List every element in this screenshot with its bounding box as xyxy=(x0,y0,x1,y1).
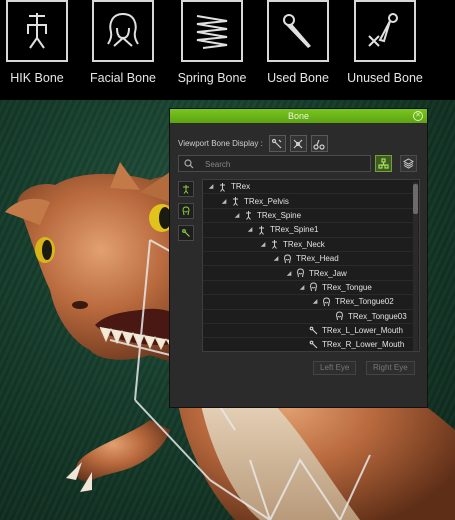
facial-bone-icon xyxy=(310,282,317,292)
tree-row[interactable]: ◢ TRex xyxy=(203,180,419,195)
right-eye-button[interactable]: Right Eye xyxy=(366,361,415,375)
hik-bone-icon xyxy=(183,185,189,194)
tree-row-label: TRex_Jaw xyxy=(309,268,347,278)
legend-label: HIK Bone xyxy=(10,71,64,85)
tree-row[interactable]: TRex_R_Lower_Mouth xyxy=(203,338,419,351)
tree-row-label: TRex_Pelvis xyxy=(244,196,289,206)
legend-label: Unused Bone xyxy=(347,71,423,85)
hik-bone-icon xyxy=(6,0,68,62)
expand-arrow-icon[interactable]: ◢ xyxy=(298,284,306,291)
hierarchy-view-button[interactable] xyxy=(375,155,392,172)
tree-row[interactable]: ◢ TRex_Neck xyxy=(203,238,419,252)
expand-arrow-icon[interactable]: ◢ xyxy=(220,198,228,205)
tree-row-label: TRex_Tongue03 xyxy=(348,311,407,321)
hik-bone-icon xyxy=(259,225,264,235)
facial-bone-icon xyxy=(336,311,343,321)
expand-arrow-icon[interactable]: ◢ xyxy=(207,183,215,190)
panel-title-bar[interactable]: Bone ✕ xyxy=(170,109,427,123)
tree-row-label: TRex_R_Lower_Mouth xyxy=(322,340,405,350)
layers-button[interactable] xyxy=(400,155,417,172)
bone-link-icon xyxy=(313,139,325,150)
filter-hik-bone-button[interactable] xyxy=(178,181,194,197)
tree-row[interactable]: TRex_L_Lower_Mouth xyxy=(203,324,419,339)
facial-bone-icon xyxy=(323,297,330,306)
tree-row[interactable]: ◢ TRex_Pelvis xyxy=(203,194,419,209)
legend-label: Spring Bone xyxy=(177,71,247,85)
legend-item-hik-bone: HIK Bone xyxy=(0,0,82,85)
search-icon xyxy=(184,159,194,169)
tree-row[interactable]: ◢ TRex_Tongue xyxy=(203,281,419,296)
bone-type-legend: HIK Bone Facial Bone Spring Bone Used Bo… xyxy=(0,0,455,100)
search-field[interactable] xyxy=(178,155,371,172)
legend-label: Facial Bone xyxy=(89,71,156,85)
display-bones-only-button[interactable] xyxy=(268,135,286,152)
tree-row[interactable]: ◢ TRex_Spine1 xyxy=(203,223,419,238)
panel-title: Bone xyxy=(287,111,310,121)
legend-item-spring-bone: Spring Bone xyxy=(167,0,257,85)
expand-arrow-icon[interactable]: ◢ xyxy=(246,226,254,233)
expand-arrow-icon[interactable]: ◢ xyxy=(272,255,280,262)
tree-row-label: TRex_Neck xyxy=(283,239,325,249)
expand-arrow-icon[interactable]: ◢ xyxy=(233,212,241,219)
viewport-bone-display-row: Viewport Bone Display : xyxy=(178,135,332,152)
tree-row-label: TRex_Tongue02 xyxy=(335,297,394,307)
viewport-bone-display-label: Viewport Bone Display : xyxy=(178,139,263,148)
display-bones-xray-button[interactable] xyxy=(289,135,307,152)
tree-row-label: TRex_Tongue xyxy=(322,282,372,292)
hierarchy-icon xyxy=(378,158,389,169)
expand-arrow-icon[interactable]: ◢ xyxy=(259,241,267,248)
filter-facial-bone-button[interactable] xyxy=(178,203,194,219)
used-bone-icon xyxy=(267,0,329,62)
tree-row-label: TRex_Head xyxy=(296,254,339,264)
bone-filter-column xyxy=(178,181,194,247)
layers-icon xyxy=(403,158,414,169)
tree-row[interactable]: ◢ TRex_Spine xyxy=(203,209,419,224)
used-bone-icon xyxy=(309,326,318,334)
facial-bone-icon xyxy=(92,0,154,62)
facial-bone-icon xyxy=(182,206,190,216)
expand-arrow-icon[interactable]: ◢ xyxy=(311,298,319,305)
spring-bone-icon xyxy=(181,0,243,62)
display-bones-link-button[interactable] xyxy=(310,135,328,152)
bone-tree-list[interactable]: ◢ TRex ◢ TRex_Pelvis ◢ TRex_Spine ◢ TRex_Spine1… xyxy=(202,179,420,352)
legend-item-used-bone: Used Bone xyxy=(253,0,343,85)
tree-row[interactable]: ◢ TRex_Tongue02 xyxy=(203,295,419,310)
used-bone-icon xyxy=(182,229,190,237)
tree-row[interactable]: ◢ TRex_Head xyxy=(203,252,419,267)
expand-arrow-icon[interactable]: ◢ xyxy=(285,270,293,277)
bone-display-icon xyxy=(272,138,282,148)
bone-panel: Bone ✕ Viewport Bone Display : Search ◢ … xyxy=(169,108,428,408)
facial-bone-icon xyxy=(297,268,304,278)
hik-bone-icon xyxy=(233,197,238,206)
legend-label: Used Bone xyxy=(267,71,329,85)
tree-scrollbar[interactable] xyxy=(413,182,418,351)
tree-row[interactable]: ◢ TRex_Jaw xyxy=(203,266,419,281)
tree-row-label: TRex_L_Lower_Mouth xyxy=(322,326,403,336)
tree-row-label: TRex xyxy=(231,182,251,192)
hik-bone-icon xyxy=(272,240,277,250)
legend-item-facial-bone: Facial Bone xyxy=(78,0,168,85)
hik-bone-icon xyxy=(246,211,251,221)
tree-row-label: TRex_Spine1 xyxy=(270,225,319,235)
legend-item-unused-bone: Unused Bone xyxy=(340,0,430,85)
tree-row-label: TRex_Spine xyxy=(257,210,302,220)
used-bone-icon xyxy=(309,340,318,349)
close-icon[interactable]: ✕ xyxy=(413,111,423,121)
scrollbar-thumb[interactable] xyxy=(413,184,418,214)
unused-bone-icon xyxy=(354,0,416,62)
tree-row[interactable]: TRex_Tongue03 xyxy=(203,310,419,324)
left-eye-button[interactable]: Left Eye xyxy=(313,361,357,375)
filter-used-bone-button[interactable] xyxy=(178,225,194,241)
search-input[interactable] xyxy=(205,158,365,170)
facial-bone-icon xyxy=(284,254,291,263)
hik-bone-icon xyxy=(220,182,225,192)
bone-xray-icon xyxy=(293,139,303,148)
